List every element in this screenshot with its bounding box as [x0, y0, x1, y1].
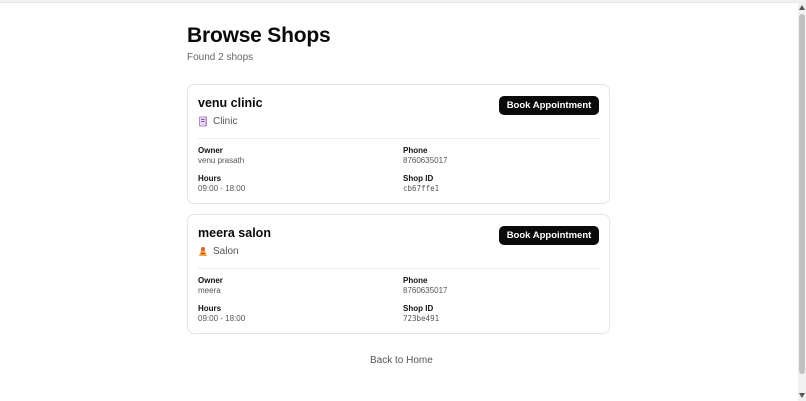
phone-value: 8760635017: [403, 156, 448, 165]
owner-field: Owner venu prasath: [198, 146, 244, 166]
scroll-up-arrow-icon[interactable]: [799, 5, 805, 10]
scrollbar-thumb[interactable]: [799, 14, 805, 374]
shop-name: meera salon: [198, 226, 271, 240]
card-divider: [198, 268, 599, 269]
shop-id-label: Shop ID: [403, 174, 434, 183]
shop-id-field: Shop ID cb67ffe1: [403, 174, 439, 194]
shop-id-value: cb67ffe1: [403, 184, 440, 193]
phone-field: Phone 8760635017: [403, 276, 448, 296]
owner-field: Owner meera: [198, 276, 223, 296]
shop-id-field: Shop ID 723be491: [403, 304, 439, 324]
phone-label: Phone: [403, 276, 428, 285]
phone-field: Phone 8760635017: [403, 146, 448, 166]
shops-container: Browse Shops Found 2 shops venu clinic C…: [187, 22, 610, 334]
shop-type-label: Clinic: [213, 116, 238, 127]
salon-icon: [198, 246, 208, 257]
shop-type: Salon: [198, 246, 239, 257]
shop-type: Clinic: [198, 116, 237, 127]
book-appointment-button[interactable]: Book Appointment: [499, 226, 599, 245]
owner-label: Owner: [198, 276, 223, 285]
hours-label: Hours: [198, 304, 222, 313]
owner-label: Owner: [198, 146, 223, 155]
shop-card: meera salon Salon Book Appointment Owner…: [187, 214, 610, 334]
shop-id-label: Shop ID: [403, 304, 434, 313]
card-divider: [198, 138, 599, 139]
phone-label: Phone: [403, 146, 428, 155]
vertical-scrollbar[interactable]: [798, 0, 806, 401]
phone-value: 8760635017: [403, 286, 448, 295]
shop-count: Found 2 shops: [187, 52, 254, 63]
back-to-home-link[interactable]: Back to Home: [370, 355, 433, 366]
hours-label: Hours: [198, 174, 222, 183]
hours-value: 09:00 - 18:00: [198, 184, 246, 193]
owner-value: meera: [198, 286, 221, 295]
hours-value: 09:00 - 18:00: [198, 314, 246, 323]
shop-id-value: 723be491: [403, 314, 440, 323]
book-appointment-button[interactable]: Book Appointment: [499, 96, 599, 115]
top-border: [0, 0, 798, 3]
shop-type-label: Salon: [213, 246, 239, 257]
owner-value: venu prasath: [198, 156, 245, 165]
shop-card: venu clinic Clinic Book Appointment Owne…: [187, 84, 610, 204]
page-title: Browse Shops: [187, 24, 331, 47]
hours-field: Hours 09:00 - 18:00: [198, 304, 245, 324]
hours-field: Hours 09:00 - 18:00: [198, 174, 245, 194]
clinic-icon: [198, 116, 208, 127]
scroll-down-arrow-icon[interactable]: [799, 393, 805, 398]
shop-name: venu clinic: [198, 96, 263, 110]
